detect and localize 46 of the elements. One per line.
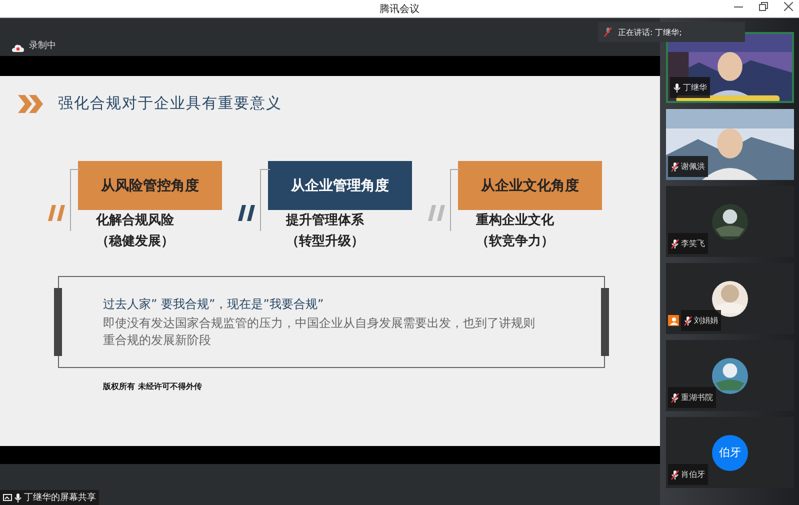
participant-name: 肖伯牙: [681, 469, 705, 480]
bracket-line: [260, 169, 270, 231]
participant-name: 丁继华: [683, 82, 707, 93]
participant-name: 李笑飞: [681, 238, 705, 249]
heading-block: 从风险管控角度: [78, 161, 222, 210]
mic-icon: [14, 492, 22, 502]
restore-icon[interactable]: [759, 2, 768, 11]
quote-title: 过去人家” 要我合规”，现在是”我要合规”: [103, 296, 325, 314]
chevrons-icon: [18, 94, 44, 112]
side-bar: [601, 288, 609, 356]
screen-share-icon: [3, 494, 12, 502]
participant-name: 谢佩洪: [681, 161, 705, 172]
participant-tile[interactable]: 李笑飞: [666, 186, 794, 257]
muted-mic-icon: [671, 239, 679, 249]
initials-avatar: 伯牙: [712, 434, 748, 470]
participant-name: 刘娟娟: [694, 315, 718, 326]
slide-text: 重构企业文化: [476, 212, 554, 229]
muted-mic-icon: [684, 316, 692, 326]
participant-tile[interactable]: 重湖书院: [666, 340, 794, 411]
bracket-line: [450, 169, 460, 231]
side-bar: [54, 288, 62, 356]
slide-text: （稳健发展）: [96, 233, 174, 250]
close-icon[interactable]: [784, 2, 793, 11]
bracket-line: [70, 169, 80, 231]
muted-mic-icon: [671, 470, 679, 480]
slide-text: 化解合规风险: [96, 212, 174, 229]
screen-share-label: 丁继华的屏幕共享: [24, 492, 96, 504]
mic-icon: [673, 83, 681, 93]
participant-tile[interactable]: 谢佩洪: [666, 109, 794, 180]
slide-text: （软竞争力）: [476, 232, 554, 250]
window-title: 腾讯会议: [380, 2, 420, 16]
muted-mic-icon[interactable]: [604, 27, 612, 37]
slide-text: 提升管理体系: [286, 212, 364, 229]
slide-text: （转型升级）: [286, 233, 364, 250]
muted-mic-icon: [671, 393, 679, 403]
copyright-note: 版权所有 未经许可不得外传: [103, 381, 203, 392]
cloud-recording-icon: [12, 44, 24, 52]
participant-tile[interactable]: 刘娟娟: [666, 263, 794, 334]
recording-label: 录制中: [29, 40, 56, 52]
heading-block: 从企业管理角度: [268, 161, 412, 210]
heading-block: 从企业文化角度: [458, 161, 602, 210]
quote-text: 即使没有发达国家合规监管的压力，中国企业从自身发展需要出发，也到了讲规则重合规的发展新阶段: [103, 315, 536, 348]
participant-name: 重湖书院: [681, 392, 713, 403]
slide-title: 强化合规对于企业具有重要意义: [58, 94, 282, 113]
muted-mic-icon: [671, 162, 679, 172]
participant-tile[interactable]: 伯牙 肖伯牙: [666, 417, 794, 488]
